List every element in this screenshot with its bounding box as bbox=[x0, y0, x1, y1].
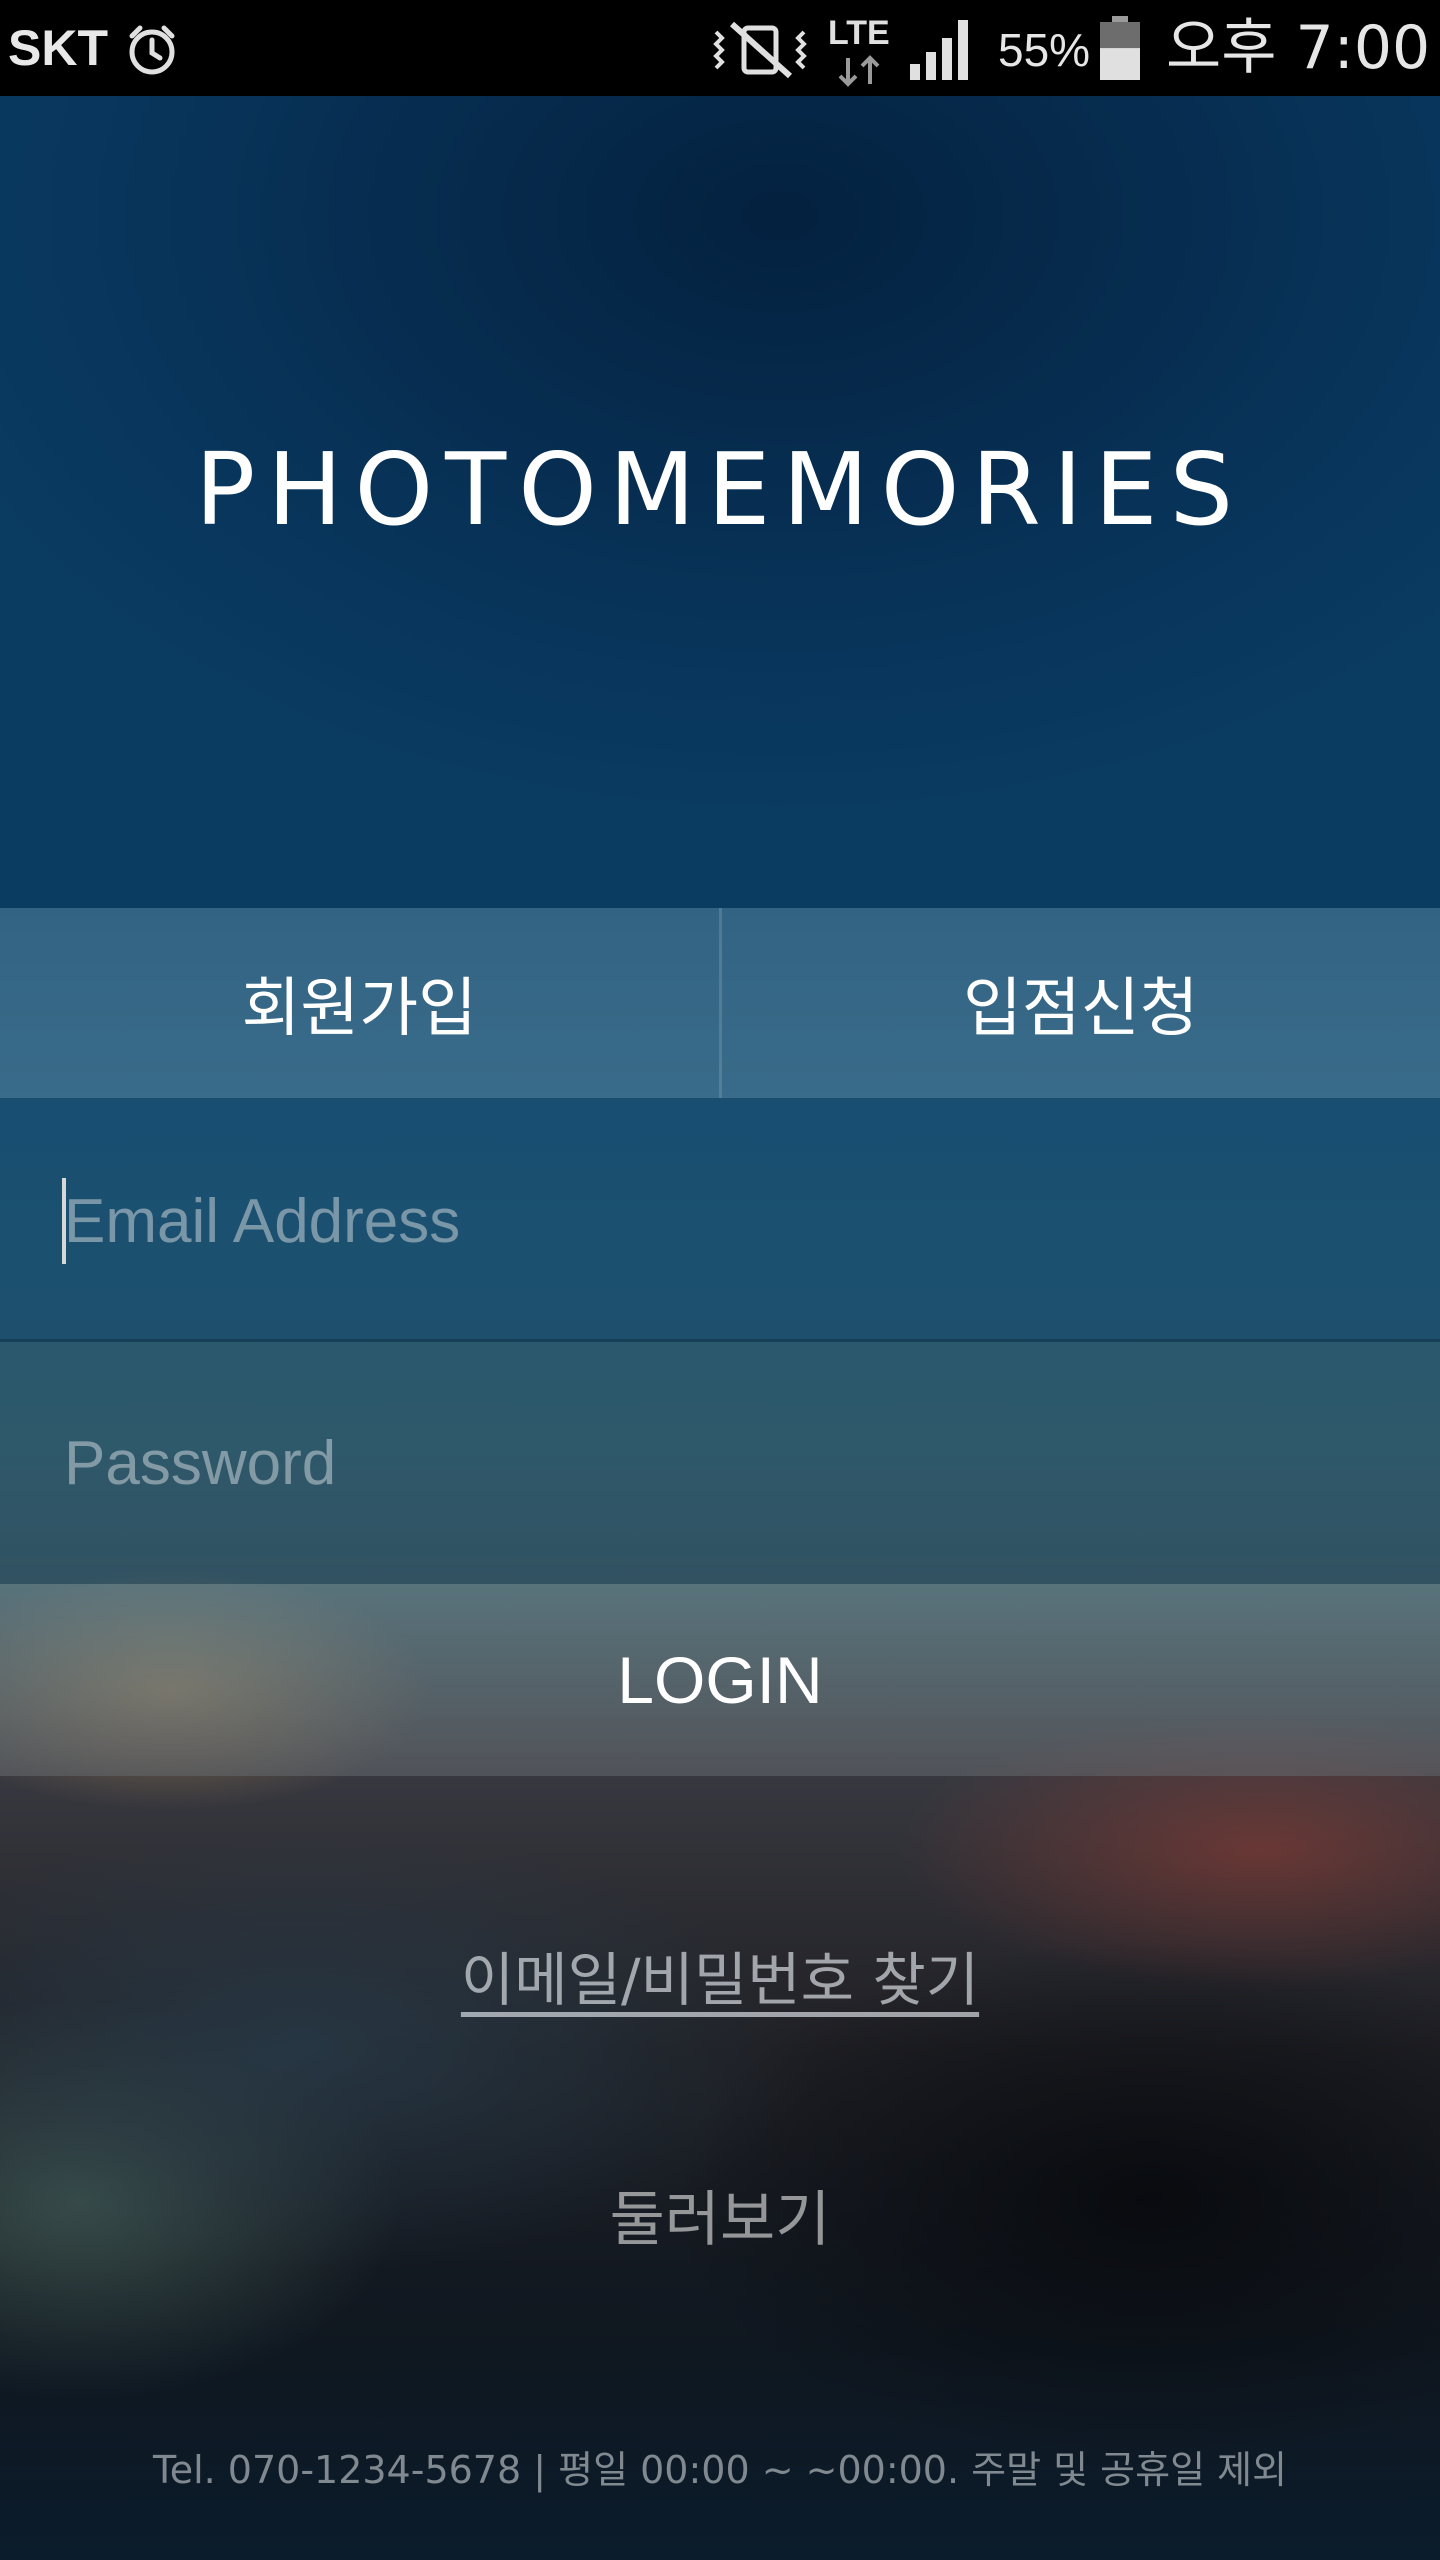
app-logo: PHOTOMEMORIES bbox=[194, 431, 1246, 548]
clock: 오후 7:00 bbox=[1166, 13, 1431, 83]
alarm-clock-icon bbox=[129, 25, 175, 75]
contact-info: Tel. 070-1234-5678 | 평일 00:00 ~ ~00:00. … bbox=[152, 2448, 1288, 2492]
lte-network-icon: LTE bbox=[828, 14, 890, 87]
text-cursor bbox=[62, 1178, 66, 1264]
status-bar: SKT LTE 55% 오후 7:00 bbox=[0, 0, 1440, 96]
store-application-button[interactable]: 입점신청 bbox=[721, 908, 1440, 1098]
vibrate-off-icon bbox=[713, 21, 807, 79]
email-field-container bbox=[0, 1100, 1440, 1342]
browse-button[interactable]: 둘러보기 bbox=[610, 2185, 831, 2255]
login-button[interactable]: LOGIN bbox=[0, 1584, 1440, 1776]
battery-percent: 55% bbox=[998, 24, 1091, 76]
find-account-row: 이메일/비밀번호 찾기 bbox=[0, 1940, 1440, 2020]
carrier-label: SKT bbox=[8, 20, 108, 76]
login-screen: SKT LTE 55% 오후 7:00 PHOTOMEMORIES 회원가입 입… bbox=[0, 0, 1440, 2560]
battery-icon bbox=[1100, 16, 1140, 80]
signal-strength-icon bbox=[910, 20, 968, 80]
browse-row: 둘러보기 bbox=[0, 2180, 1440, 2260]
password-field-container bbox=[0, 1342, 1440, 1584]
email-input[interactable] bbox=[64, 1166, 1384, 1276]
signup-tabs: 회원가입 입점신청 bbox=[0, 908, 1440, 1098]
password-input[interactable] bbox=[64, 1408, 1384, 1518]
find-email-password-link[interactable]: 이메일/비밀번호 찾기 bbox=[461, 1946, 979, 2014]
signup-button[interactable]: 회원가입 bbox=[0, 908, 719, 1098]
svg-text:LTE: LTE bbox=[828, 14, 890, 52]
